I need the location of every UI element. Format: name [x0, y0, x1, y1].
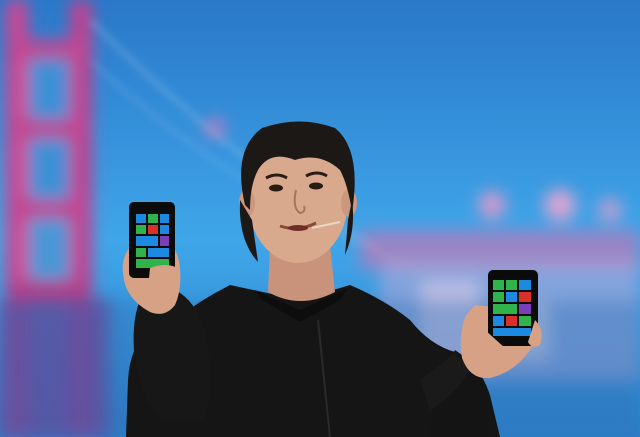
black-jacket	[126, 285, 500, 437]
phone-screen-tiles-icon	[136, 214, 169, 268]
photo-scene	[0, 0, 640, 437]
presenter	[0, 0, 640, 437]
right-phone	[481, 270, 542, 353]
